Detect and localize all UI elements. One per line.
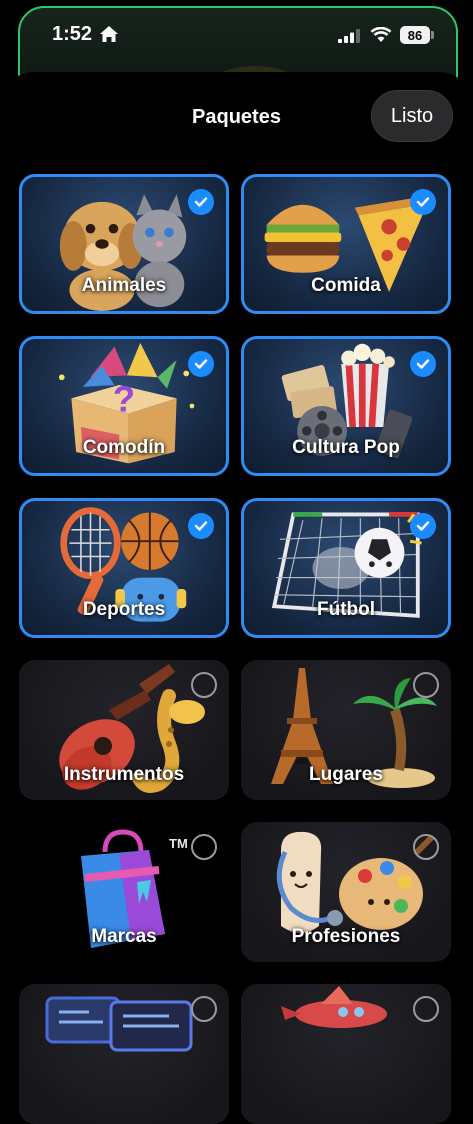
unchecked-circle-icon (191, 834, 217, 860)
packs-grid: Animales Comida ? Comodín Cultura Pop De… (0, 72, 473, 1124)
battery-icon: 86 (400, 26, 430, 44)
unchecked-circle-icon (191, 996, 217, 1022)
home-icon (100, 26, 118, 42)
pack-card-animales[interactable]: Animales (19, 174, 229, 314)
pack-label: Lugares (309, 764, 383, 785)
pack-card-comodin[interactable]: ? Comodín (19, 336, 229, 476)
unchecked-circle-icon (413, 996, 439, 1022)
pack-label: Deportes (82, 599, 166, 620)
pack-label: Cultura Pop (292, 437, 400, 458)
status-bar: 1:52 86 (0, 0, 473, 70)
pack-label: Marcas (91, 926, 157, 947)
pack-card-deportes[interactable]: Deportes (19, 498, 229, 638)
pack-card-lugares[interactable]: Lugares (241, 660, 451, 800)
pack-label: Fútbol (316, 599, 376, 620)
pack-label: Instrumentos (63, 764, 185, 785)
unchecked-circle-icon (413, 834, 439, 860)
svg-text:TM: TM (169, 836, 188, 851)
check-icon (410, 513, 436, 539)
wifi-icon (370, 27, 392, 42)
status-time: 1:52 (52, 23, 93, 45)
check-icon (410, 351, 436, 377)
unchecked-circle-icon (191, 672, 217, 698)
unchecked-circle-icon (413, 672, 439, 698)
pack-card-tecnologia[interactable] (19, 984, 229, 1124)
pack-label: Profesiones (291, 926, 401, 947)
svg-text:?: ? (113, 379, 135, 420)
pack-card-transporte[interactable] (241, 984, 451, 1124)
pack-card-cultura-pop[interactable]: Cultura Pop (241, 336, 451, 476)
battery-level: 86 (407, 27, 423, 43)
pack-label: Animales (81, 275, 167, 296)
packs-sheet: Paquetes Listo Animales Comida ? Comodín… (0, 72, 473, 1124)
pack-card-futbol[interactable]: Fútbol (241, 498, 451, 638)
check-icon (410, 189, 436, 215)
pack-card-profesiones[interactable]: Profesiones (241, 822, 451, 962)
pack-label: Comida (311, 275, 381, 296)
check-icon (188, 351, 214, 377)
check-icon (188, 189, 214, 215)
pack-card-marcas[interactable]: TM Marcas (19, 822, 229, 962)
pack-card-comida[interactable]: Comida (241, 174, 451, 314)
signal-icon (338, 29, 360, 43)
check-icon (188, 513, 214, 539)
pack-label: Comodín (82, 437, 166, 458)
pack-card-instrumentos[interactable]: Instrumentos (19, 660, 229, 800)
battery-tip (431, 31, 434, 39)
